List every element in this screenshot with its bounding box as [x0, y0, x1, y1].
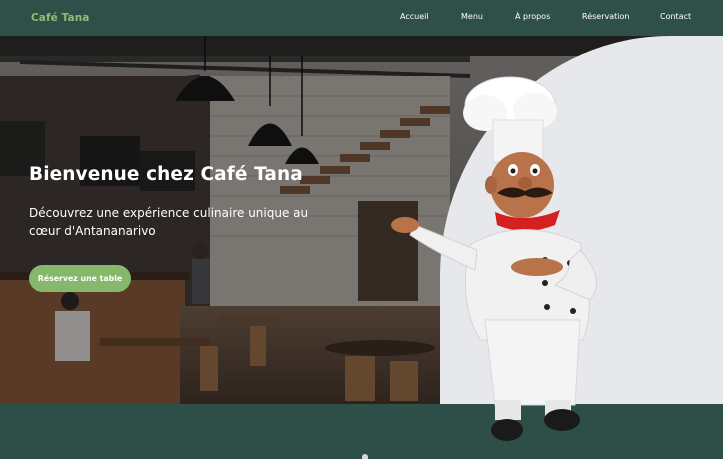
nav-link-reservation[interactable]: Réservation [582, 12, 629, 21]
nav-link-contact[interactable]: Contact [660, 12, 691, 21]
hero-title: Bienvenue chez Café Tana [29, 164, 303, 185]
nav-link-menu[interactable]: Menu [461, 12, 483, 21]
reserve-table-button[interactable]: Réservez une table [29, 265, 131, 292]
nav-link-accueil[interactable]: Accueil [400, 12, 429, 21]
main-nav: Accueil Menu À propos Réservation Contac… [0, 0, 723, 36]
next-section-heading-fragment [362, 454, 368, 459]
nav-link-a-propos[interactable]: À propos [515, 12, 550, 21]
hero-subtitle: Découvrez une expérience culinaire uniqu… [29, 206, 309, 238]
chef-mascot-icon [391, 76, 598, 441]
site-header: Café Tana Accueil Menu À propos Réservat… [0, 0, 723, 36]
